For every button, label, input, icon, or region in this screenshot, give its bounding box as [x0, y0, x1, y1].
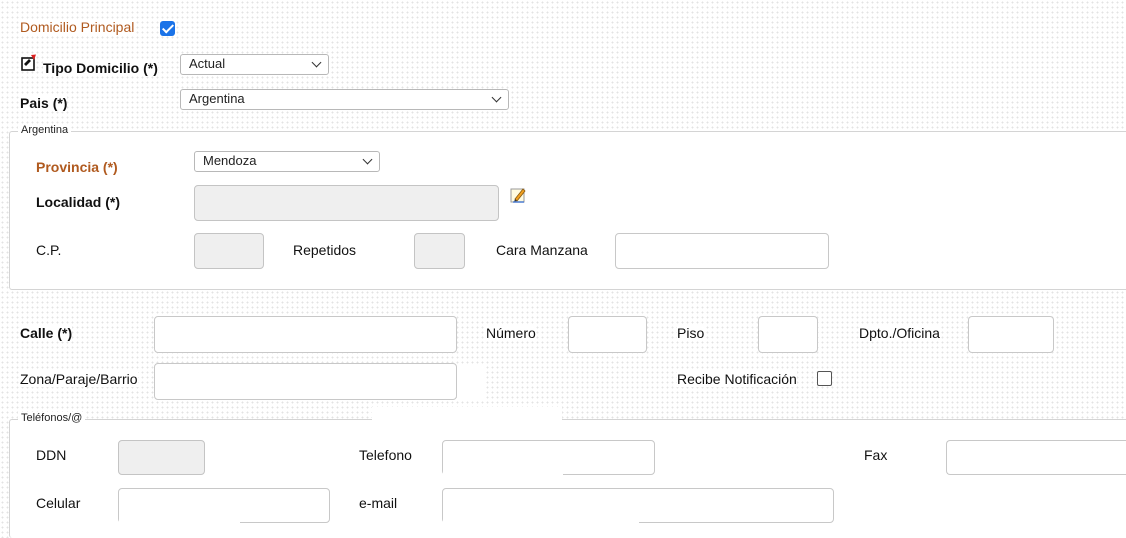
cp-label: C.P. — [36, 242, 62, 258]
recibe-notificacion-checkbox[interactable] — [817, 371, 832, 386]
piso-input[interactable] — [758, 316, 818, 353]
dpto-label: Dpto./Oficina — [859, 325, 940, 341]
white-patch — [457, 364, 485, 399]
fax-input[interactable] — [946, 440, 1126, 475]
white-patch — [372, 407, 562, 427]
white-patch — [443, 463, 563, 475]
edit-pencil-icon[interactable] — [510, 186, 528, 204]
repetidos-input[interactable] — [414, 233, 465, 269]
ddn-input[interactable] — [118, 440, 205, 475]
pais-select[interactable]: Argentina — [180, 89, 509, 110]
localidad-label: Localidad (*) — [36, 194, 121, 210]
region-legend: Argentina — [18, 124, 72, 136]
celular-label: Celular — [36, 495, 81, 511]
email-label: e-mail — [359, 495, 398, 511]
tipo-domicilio-value: Actual — [189, 56, 226, 71]
cara-manzana-input[interactable] — [615, 233, 829, 269]
chevron-down-icon — [362, 154, 373, 165]
chevron-down-icon — [491, 92, 502, 103]
white-patch — [443, 511, 639, 523]
domicilio-principal-checkbox[interactable] — [160, 21, 175, 36]
provincia-label: Provincia (*) — [36, 159, 118, 175]
calle-input[interactable] — [154, 316, 457, 353]
repetidos-label: Repetidos — [293, 242, 357, 258]
calle-label: Calle (*) — [20, 325, 73, 341]
chevron-down-icon — [311, 57, 322, 68]
provincia-value: Mendoza — [203, 153, 257, 168]
dpto-input[interactable] — [968, 316, 1054, 353]
recibe-notificacion-label: Recibe Notificación — [677, 371, 797, 387]
tipo-domicilio-label: Tipo Domicilio (*) — [43, 60, 158, 76]
fax-label: Fax — [864, 447, 888, 463]
pais-label: Pais (*) — [20, 95, 68, 111]
provincia-select[interactable]: Mendoza — [194, 151, 380, 172]
tipo-domicilio-select[interactable]: Actual — [180, 54, 329, 75]
cp-input[interactable] — [194, 233, 264, 269]
numero-input[interactable] — [568, 316, 647, 353]
piso-label: Piso — [677, 325, 705, 341]
white-patch — [119, 511, 240, 523]
numero-label: Número — [486, 325, 536, 341]
zona-label: Zona/Paraje/Barrio — [20, 371, 138, 387]
zona-input[interactable] — [154, 363, 457, 400]
pais-value: Argentina — [189, 91, 245, 106]
cara-manzana-label: Cara Manzana — [496, 242, 588, 258]
telefono-label: Telefono — [359, 447, 412, 463]
ddn-label: DDN — [36, 447, 67, 463]
new-note-icon — [21, 54, 37, 71]
domicilio-principal-label: Domicilio Principal — [20, 19, 135, 35]
region-fieldset — [9, 131, 1126, 290]
localidad-input[interactable] — [194, 185, 499, 221]
telefonos-legend: Teléfonos/@ — [18, 412, 86, 424]
